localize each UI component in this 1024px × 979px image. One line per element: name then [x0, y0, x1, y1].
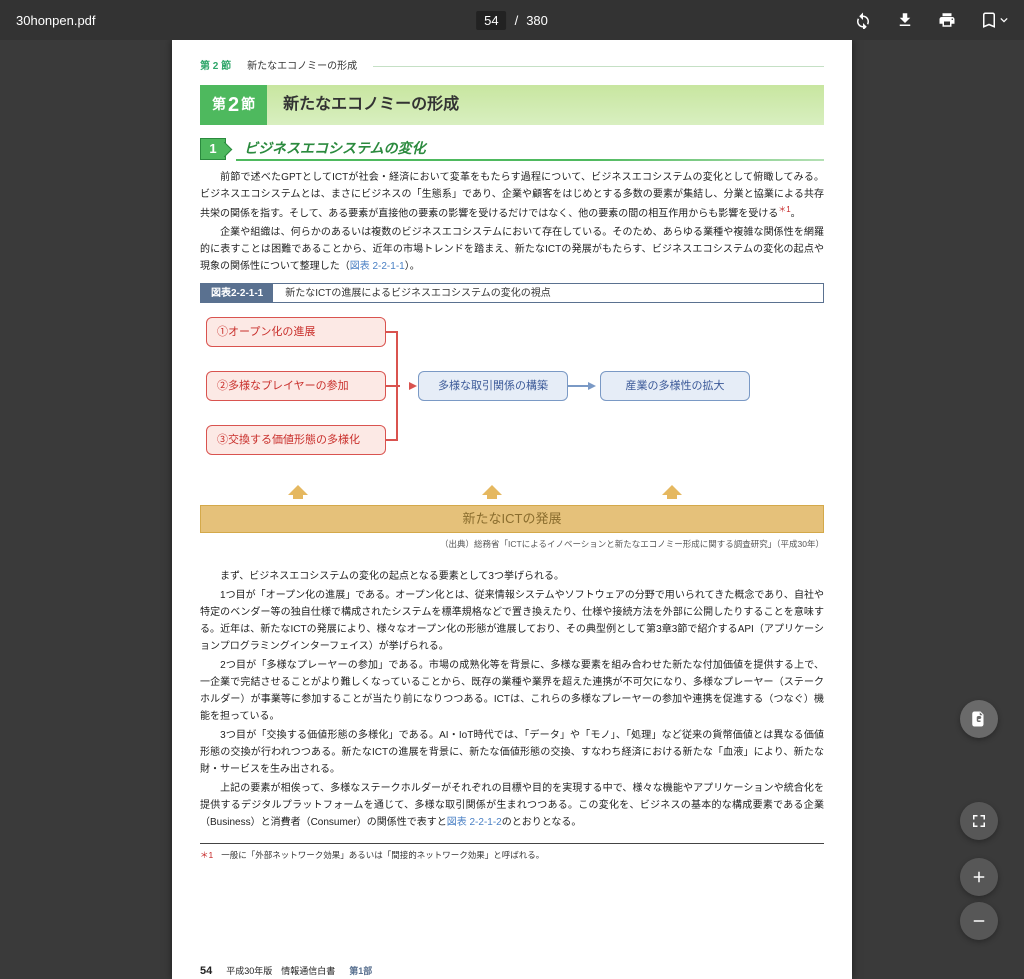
- para-text-end: のとおりとなる。: [502, 817, 582, 828]
- paragraph: まず、ビジネスエコシステムの変化の起点となる要素として3つ挙げられる。: [200, 568, 824, 585]
- subsection-title: ビジネスエコシステムの変化: [244, 137, 426, 161]
- section-suffix: 節: [241, 93, 255, 117]
- paragraph: 上記の要素が相俟って、多様なステークホルダーがそれぞれの目標や目的を実現する中で…: [200, 780, 824, 831]
- para-text: 前節で述べたGPTとしてICTが社会・経済において変革をもたらす過程について、ビ…: [200, 172, 824, 219]
- para-text-end: 。: [791, 208, 801, 219]
- toolbar-actions: [854, 11, 1008, 29]
- diagram-blue-box-2: 産業の多様性の拡大: [600, 371, 750, 401]
- diagram-red-box-2: ②多様なプレイヤーの参加: [206, 371, 386, 401]
- header-rule: [373, 66, 824, 67]
- figure-source: （出典）総務省「ICTによるイノベーションと新たなエコノミー形成に関する調査研究…: [200, 537, 824, 551]
- connector-line: [396, 332, 398, 441]
- zoom-out-button[interactable]: [960, 902, 998, 940]
- arrow-right-icon: [409, 382, 417, 390]
- download-icon[interactable]: [896, 11, 914, 29]
- figure-diagram: ①オープン化の進展 ②多様なプレイヤーの参加 ③交換する価値形態の多様化 多様な…: [200, 313, 824, 533]
- total-pages: 380: [526, 13, 548, 28]
- fit-page-button[interactable]: [960, 802, 998, 840]
- current-page-input[interactable]: 54: [476, 11, 506, 30]
- diagram-red-box-3: ③交換する価値形態の多様化: [206, 425, 386, 455]
- pdf-page: 第 2 節 新たなエコノミーの形成 第2節 新たなエコノミーの形成 1 ビジネス…: [172, 40, 852, 979]
- arrow-up-icon: [662, 485, 682, 499]
- section-prefix: 第: [212, 93, 226, 117]
- section-number-block: 第2節: [200, 85, 267, 125]
- connector-line: [386, 331, 398, 333]
- pdf-toolbar: 30honpen.pdf 54 / 380: [0, 0, 1024, 40]
- diagram-ict-bar: 新たなICTの発展: [200, 505, 824, 533]
- header-section-title: 新たなエコノミーの形成: [247, 58, 357, 75]
- subsection-num: 1: [200, 138, 226, 160]
- figure-ref-link[interactable]: 図表 2-2-1-1: [350, 261, 405, 272]
- running-header: 第 2 節 新たなエコノミーの形成: [200, 58, 824, 75]
- arrow-up-icon: [482, 485, 502, 499]
- diagram-blue-box-1: 多様な取引関係の構築: [418, 371, 568, 401]
- chevron-down-icon: [1000, 16, 1008, 24]
- figure-label: 図表2-2-1-1 新たなICTの進展によるビジネスエコシステムの変化の視点: [200, 283, 824, 303]
- para-text-end: ）。: [405, 261, 420, 272]
- rotate-icon[interactable]: [854, 11, 872, 29]
- print-icon[interactable]: [938, 11, 956, 29]
- figure-ref-link[interactable]: 図表 2-2-1-2: [447, 817, 502, 828]
- diagram-red-box-1: ①オープン化の進展: [206, 317, 386, 347]
- header-section-label: 第 2 節: [200, 58, 231, 75]
- bookmark-icon: [980, 11, 998, 29]
- section-title-banner: 第2節 新たなエコノミーの形成: [200, 85, 824, 125]
- arrow-right-icon: [588, 382, 596, 390]
- section-title: 新たなエコノミーの形成: [283, 91, 459, 118]
- figure-title: 新たなICTの進展によるビジネスエコシステムの変化の視点: [273, 284, 563, 302]
- filename: 30honpen.pdf: [16, 13, 96, 28]
- evernote-button[interactable]: [960, 700, 998, 738]
- figure-number: 図表2-2-1-1: [201, 284, 273, 302]
- footnote-separator: [200, 843, 824, 844]
- connector-line: [386, 385, 400, 387]
- paragraph: 前節で述べたGPTとしてICTが社会・経済において変革をもたらす過程について、ビ…: [200, 169, 824, 222]
- bookmark-menu[interactable]: [980, 11, 1008, 29]
- page-indicator: 54 / 380: [476, 11, 548, 30]
- footer-part: 第1部: [349, 964, 372, 979]
- page-footer: 54 平成30年版 情報通信白書 第1部: [200, 962, 824, 979]
- section-num: 2: [228, 88, 239, 122]
- subsection-rule: [236, 159, 824, 161]
- paragraph: 3つ目が「交換する価値形態の多様化」である。AI・IoT時代では、「データ」や「…: [200, 727, 824, 778]
- footnote-text: 一般に「外部ネットワーク効果」あるいは「間接的ネットワーク効果」と呼ばれる。: [221, 848, 544, 862]
- para-text: 企業や組織は、何らかのあるいは複数のビジネスエコシステムにおいて存在している。そ…: [200, 227, 824, 272]
- footnote: ＊1 一般に「外部ネットワーク効果」あるいは「間接的ネットワーク効果」と呼ばれる…: [200, 848, 824, 862]
- paragraph: 企業や組織は、何らかのあるいは複数のビジネスエコシステムにおいて存在している。そ…: [200, 224, 824, 275]
- connector-line: [386, 439, 398, 441]
- paragraph: 1つ目が「オープン化の進展」である。オープン化とは、従来情報システムやソフトウェ…: [200, 587, 824, 655]
- zoom-in-button[interactable]: [960, 858, 998, 896]
- page-separator: /: [515, 13, 519, 28]
- footer-edition: 平成30年版 情報通信白書: [226, 964, 335, 979]
- arrow-up-icon: [288, 485, 308, 499]
- subsection-banner: 1 ビジネスエコシステムの変化: [200, 137, 824, 161]
- footnote-mark: ＊1: [200, 848, 213, 862]
- paragraph: 2つ目が「多様なプレーヤーの参加」である。市場の成熟化等を背景に、多様な要素を組…: [200, 657, 824, 725]
- footnote-ref[interactable]: ＊1: [778, 205, 790, 214]
- page-number: 54: [200, 962, 212, 979]
- viewer[interactable]: 第 2 節 新たなエコノミーの形成 第2節 新たなエコノミーの形成 1 ビジネス…: [0, 40, 1024, 979]
